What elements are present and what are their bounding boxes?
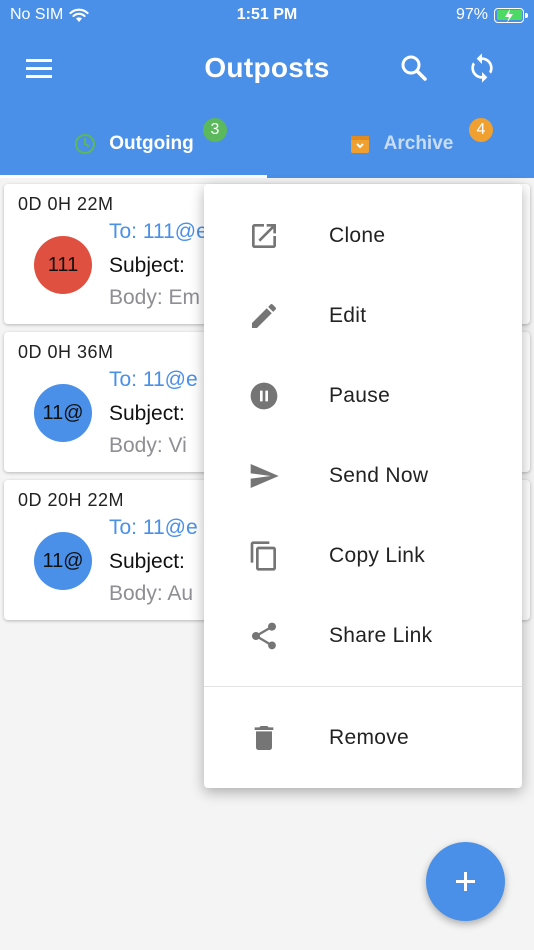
battery-icon xyxy=(494,7,528,23)
countdown-label: 0D 20H 22M xyxy=(18,490,125,510)
trash-icon xyxy=(254,726,274,750)
tab-archive-label: Archive xyxy=(383,133,454,154)
battery-percent: 97% xyxy=(455,6,488,23)
toolbar: Outposts xyxy=(0,32,534,104)
menu-item-copy-link[interactable]: Copy Link xyxy=(204,516,522,596)
battery-status: 97% xyxy=(455,6,528,24)
menu-item-send-now[interactable]: Send Now xyxy=(204,436,522,516)
tab-outgoing-label: Outgoing xyxy=(109,133,194,154)
sync-button[interactable] xyxy=(466,52,498,84)
send-icon xyxy=(250,464,279,488)
menu-item-label: Remove xyxy=(329,726,409,749)
subject-label: Subject: xyxy=(109,402,185,425)
body-preview: Body: Em xyxy=(109,286,201,309)
avatar: 11@ xyxy=(34,532,92,590)
plus-icon xyxy=(456,872,475,891)
body-preview: Body: Vi xyxy=(109,434,187,457)
avatar: 111 xyxy=(34,236,92,294)
copy-icon xyxy=(250,541,276,571)
menu-item-share-link[interactable]: Share Link xyxy=(204,596,522,676)
menu-divider xyxy=(204,686,522,687)
recipient-label: To: 11@e xyxy=(109,516,198,539)
menu-item-remove[interactable]: Remove xyxy=(204,698,522,778)
tab-archive[interactable]: Archive 4 xyxy=(267,110,534,178)
menu-item-label: Share Link xyxy=(329,624,433,647)
tab-outgoing[interactable]: Outgoing 3 xyxy=(0,110,267,178)
recipient-label: To: 11@e xyxy=(109,368,198,391)
menu-item-label: Copy Link xyxy=(329,544,426,567)
tab-selected-indicator xyxy=(0,175,267,178)
sync-icon xyxy=(471,53,493,83)
menu-item-label: Pause xyxy=(329,384,391,407)
subject-label: Subject: xyxy=(109,254,185,277)
avatar: 11@ xyxy=(34,384,92,442)
outgoing-count-badge: 3 xyxy=(203,118,227,142)
archive-count-badge: 4 xyxy=(469,118,493,142)
search-button[interactable] xyxy=(398,52,430,84)
body-preview: Body: Au xyxy=(109,582,194,605)
open-in-new-icon xyxy=(252,224,276,248)
page-title: Outposts xyxy=(204,52,330,83)
menu-item-label: Clone xyxy=(329,224,386,247)
countdown-label: 0D 0H 36M xyxy=(18,342,114,362)
archive-box-icon xyxy=(350,136,369,153)
menu-item-pause[interactable]: Pause xyxy=(204,356,522,436)
clock-icon xyxy=(75,134,96,154)
pause-circle-icon xyxy=(250,382,278,410)
share-icon xyxy=(252,622,276,650)
menu-item-label: Send Now xyxy=(329,464,429,487)
app-bar: No SIM 1:51 PM 97% Outposts Outgoing 3 A… xyxy=(0,0,534,178)
menu-item-edit[interactable]: Edit xyxy=(204,276,522,356)
status-time: 1:51 PM xyxy=(236,6,298,23)
menu-item-clone[interactable]: Clone xyxy=(204,196,522,276)
recipient-label: To: 111@e xyxy=(109,220,208,243)
pencil-icon xyxy=(252,303,277,328)
add-outpost-button[interactable] xyxy=(426,842,505,921)
menu-item-label: Edit xyxy=(329,304,367,327)
subject-label: Subject: xyxy=(109,550,185,573)
context-menu: Clone Edit Pause Send Now Copy Link Shar… xyxy=(204,184,522,788)
tab-bar: Outgoing 3 Archive 4 xyxy=(0,110,534,178)
search-icon xyxy=(401,55,427,81)
status-bar: No SIM 1:51 PM 97% xyxy=(0,0,534,32)
countdown-label: 0D 0H 22M xyxy=(18,194,114,214)
